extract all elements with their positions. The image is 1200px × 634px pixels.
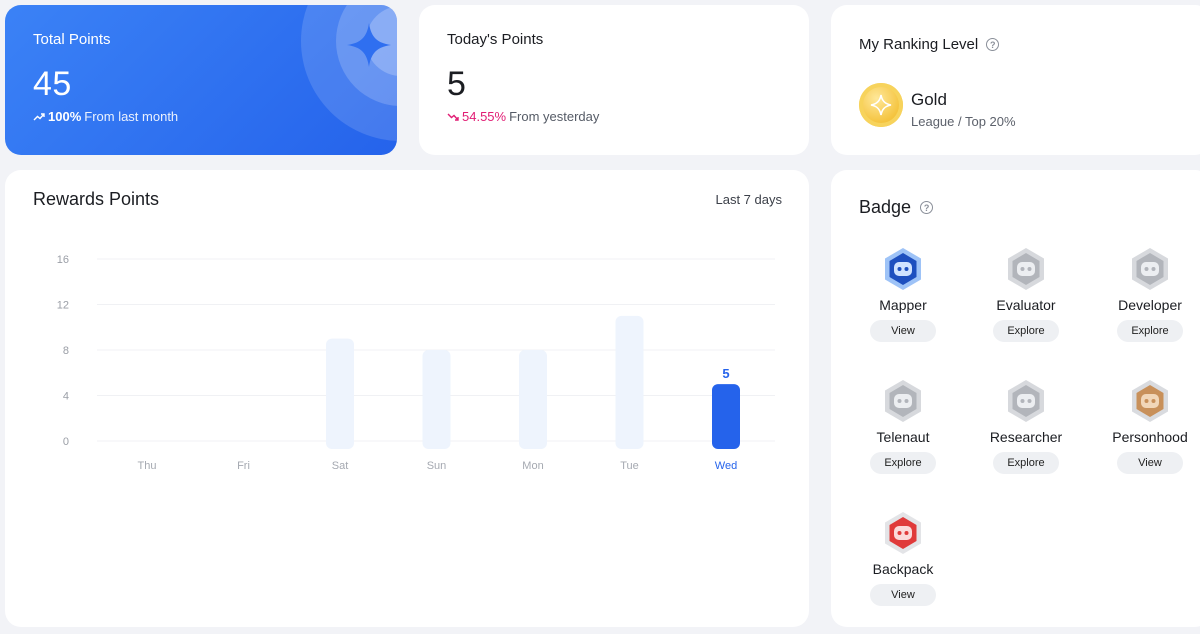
badge-view-button[interactable]: View <box>870 584 936 606</box>
badge-name: Personhood <box>1112 429 1188 445</box>
badge-explore-button[interactable]: Explore <box>1117 320 1183 342</box>
badge-explore-button[interactable]: Explore <box>870 452 936 474</box>
today-points-card: Today's Points 5 54.55% From yesterday <box>419 5 809 155</box>
badge-title-row: Badge ? <box>859 197 934 218</box>
badge-name: Evaluator <box>996 297 1056 313</box>
chart-bar <box>326 338 354 449</box>
today-points-change-pct: 54.55% <box>462 109 507 124</box>
chart-bar <box>422 350 451 449</box>
badge-item: Backpack View <box>848 511 958 606</box>
y-tick-label: 16 <box>57 254 69 266</box>
badge-item: Evaluator Explore <box>971 247 1081 342</box>
trend-down-icon <box>447 113 459 121</box>
developer-badge-icon <box>1132 248 1168 290</box>
x-tick-label: Sat <box>332 460 349 472</box>
rewards-chart-card: Rewards Points Last 7 days 16 12 8 4 0 Thu Fri… <box>5 170 809 627</box>
badge-card: Badge ? Mapper View Evaluator Explore Develo… <box>831 170 1200 627</box>
ranking-title-row: My Ranking Level ? <box>859 36 1000 53</box>
chart-bar <box>519 350 547 449</box>
badge-item: Mapper View <box>848 247 958 342</box>
x-tick-label: Wed <box>715 460 737 472</box>
badge-view-button[interactable]: View <box>1117 452 1183 474</box>
help-circle-icon[interactable]: ? <box>920 201 934 214</box>
badge-name: Developer <box>1118 297 1182 313</box>
ranking-subtitle: League / Top 20% <box>911 114 1016 129</box>
chart-bar <box>712 384 740 449</box>
personhood-badge-icon <box>1132 380 1168 422</box>
badge-item: Researcher Explore <box>971 379 1081 474</box>
total-points-card: Total Points 45 100% From last month <box>5 5 397 155</box>
badge-name: Mapper <box>879 297 927 313</box>
badge-item: Telenaut Explore <box>848 379 958 474</box>
y-tick-label: 8 <box>63 345 69 357</box>
trend-up-icon <box>33 112 45 120</box>
badge-name: Telenaut <box>876 429 930 445</box>
badge-explore-button[interactable]: Explore <box>993 452 1059 474</box>
total-points-change: 100% From last month <box>33 109 178 124</box>
badge-view-button[interactable]: View <box>870 320 936 342</box>
today-points-change-text: From yesterday <box>509 109 600 124</box>
badge-name: Researcher <box>989 429 1063 445</box>
medal-star <box>870 94 892 116</box>
ranking-card: My Ranking Level ? Gold League / Top 20% <box>831 5 1200 155</box>
today-points-change: 54.55% From yesterday <box>447 109 599 124</box>
rewards-bar-chart: 16 12 8 4 0 Thu Fri Sat Sun Mon Tue Wed 5 <box>57 254 775 472</box>
x-tick-label: Sun <box>427 460 447 472</box>
y-tick-label: 12 <box>57 300 69 312</box>
sparkle-icon <box>347 23 391 67</box>
today-points-title: Today's Points <box>447 31 544 48</box>
gold-medal-icon <box>859 83 903 127</box>
badge-title: Badge <box>859 197 912 217</box>
badge-name: Backpack <box>872 561 934 577</box>
x-tick-label: Mon <box>522 460 543 472</box>
badge-item: Personhood View <box>1095 379 1200 474</box>
total-points-value: 45 <box>33 65 72 103</box>
telenaut-badge-icon <box>885 380 921 422</box>
backpack-badge-icon <box>885 512 921 554</box>
y-tick-label: 0 <box>63 436 69 448</box>
y-tick-label: 4 <box>63 391 69 403</box>
bar-data-label: 5 <box>722 366 729 381</box>
x-tick-label: Fri <box>237 460 250 472</box>
x-tick-label: Thu <box>138 460 157 472</box>
mapper-badge-icon <box>885 248 921 290</box>
x-tick-label: Tue <box>620 460 639 472</box>
ranking-title: My Ranking Level <box>859 36 979 53</box>
total-points-change-pct: 100% <box>48 109 82 124</box>
today-points-value: 5 <box>447 65 467 103</box>
researcher-badge-icon <box>1008 380 1044 422</box>
badge-explore-button[interactable]: Explore <box>993 320 1059 342</box>
ranking-level: Gold <box>911 90 947 109</box>
total-points-title: Total Points <box>33 31 111 48</box>
evaluator-badge-icon <box>1008 248 1044 290</box>
help-circle-icon[interactable]: ? <box>986 38 1000 51</box>
chart-bar <box>615 315 644 449</box>
badge-item: Developer Explore <box>1095 247 1200 342</box>
total-points-change-text: From last month <box>84 109 179 124</box>
